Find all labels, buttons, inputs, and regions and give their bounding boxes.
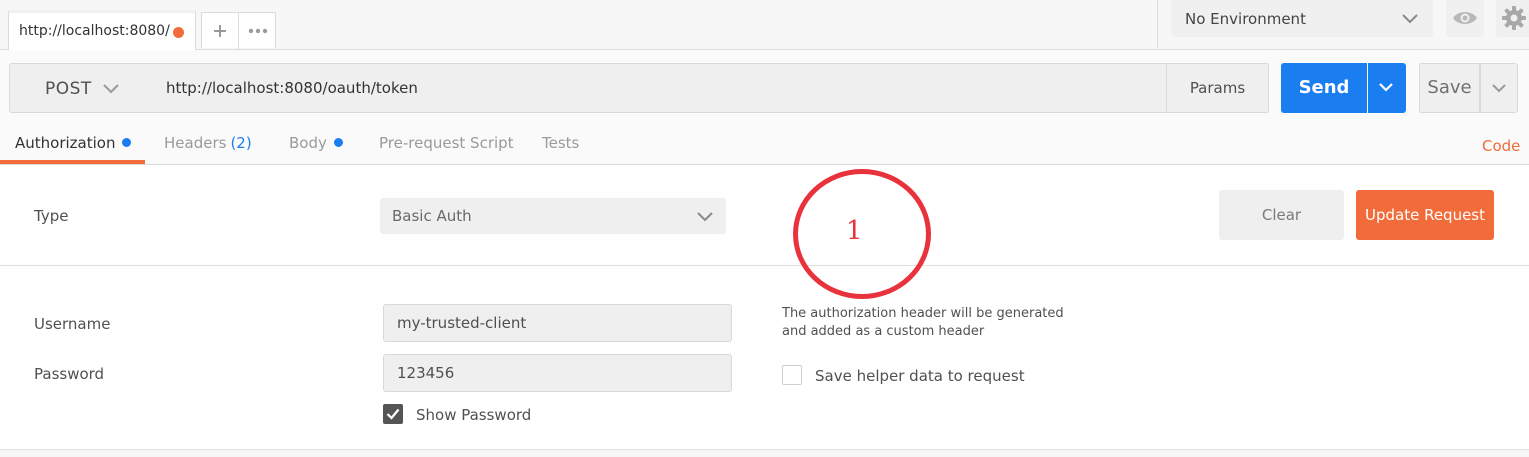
tab-strip: http://localhost:8080/ No Environment <box>0 0 1529 50</box>
save-helper-label: Save helper data to request <box>815 367 1025 385</box>
divider <box>0 164 1529 165</box>
update-request-button[interactable]: Update Request <box>1356 190 1494 240</box>
tab-authorization[interactable]: Authorization <box>15 134 132 152</box>
chevron-down-icon <box>1402 14 1418 24</box>
password-label: Password <box>34 365 105 383</box>
chevron-down-icon <box>697 212 713 222</box>
checkmark-icon <box>386 408 400 420</box>
divider <box>1157 0 1158 48</box>
bottom-panel <box>0 450 1529 457</box>
save-options-button[interactable] <box>1480 63 1518 113</box>
tab-headers[interactable]: Headers (2) <box>164 134 252 152</box>
environment-selected: No Environment <box>1185 10 1306 28</box>
clear-button[interactable]: Clear <box>1219 190 1344 240</box>
tab-label: Tests <box>542 134 580 152</box>
new-tab-button[interactable] <box>202 13 239 49</box>
send-options-button[interactable] <box>1368 63 1406 113</box>
url-input[interactable] <box>153 63 1167 113</box>
annotation-number: 1 <box>846 216 863 246</box>
auth-type-select[interactable]: Basic Auth <box>380 198 726 234</box>
tab-actions <box>201 12 277 49</box>
chevron-down-icon <box>1492 84 1506 93</box>
code-link[interactable]: Code <box>1482 137 1520 155</box>
tab-label: Authorization <box>15 134 116 152</box>
modified-dot-icon <box>333 138 343 147</box>
settings-button[interactable] <box>1496 0 1529 37</box>
tab-pre-request-script[interactable]: Pre-request Script <box>379 134 514 152</box>
username-label: Username <box>34 315 111 333</box>
method-label: POST <box>45 79 92 99</box>
more-tabs-button[interactable] <box>239 13 277 49</box>
send-button[interactable]: Send <box>1281 63 1367 113</box>
chevron-down-icon <box>1379 83 1393 92</box>
save-helper-checkbox[interactable] <box>782 365 802 385</box>
request-tab-title: http://localhost:8080/ <box>19 23 170 39</box>
helper-note: The authorization header will be generat… <box>782 306 1064 339</box>
auth-type-label: Type <box>34 207 69 225</box>
tab-label: Pre-request Script <box>379 134 514 152</box>
chevron-down-icon <box>103 84 119 94</box>
password-field[interactable] <box>383 354 732 392</box>
tab-tests[interactable]: Tests <box>542 134 579 152</box>
save-button[interactable]: Save <box>1419 63 1480 113</box>
gear-icon <box>1502 6 1526 30</box>
tab-body[interactable]: Body <box>289 134 343 152</box>
tab-label: Headers <box>164 134 227 152</box>
show-password-checkbox[interactable] <box>383 404 403 424</box>
header-count-badge: (2) <box>230 134 252 152</box>
environment-select[interactable]: No Environment <box>1171 0 1433 37</box>
modified-dot-icon <box>122 138 132 147</box>
method-select[interactable]: POST <box>9 63 154 113</box>
params-button[interactable]: Params <box>1166 63 1269 113</box>
divider <box>0 265 1529 266</box>
ellipsis-icon <box>248 28 268 34</box>
request-tab[interactable]: http://localhost:8080/ <box>8 10 196 50</box>
show-password-label: Show Password <box>416 406 532 424</box>
environment-quick-look-button[interactable] <box>1446 0 1484 37</box>
username-field[interactable] <box>383 304 732 342</box>
unsaved-indicator-icon <box>173 27 184 38</box>
tab-label: Body <box>289 134 327 152</box>
plus-icon <box>214 25 226 37</box>
auth-type-value: Basic Auth <box>392 207 472 225</box>
eye-icon <box>1453 12 1477 24</box>
postman-request-editor: http://localhost:8080/ No Environment PO… <box>0 0 1529 457</box>
